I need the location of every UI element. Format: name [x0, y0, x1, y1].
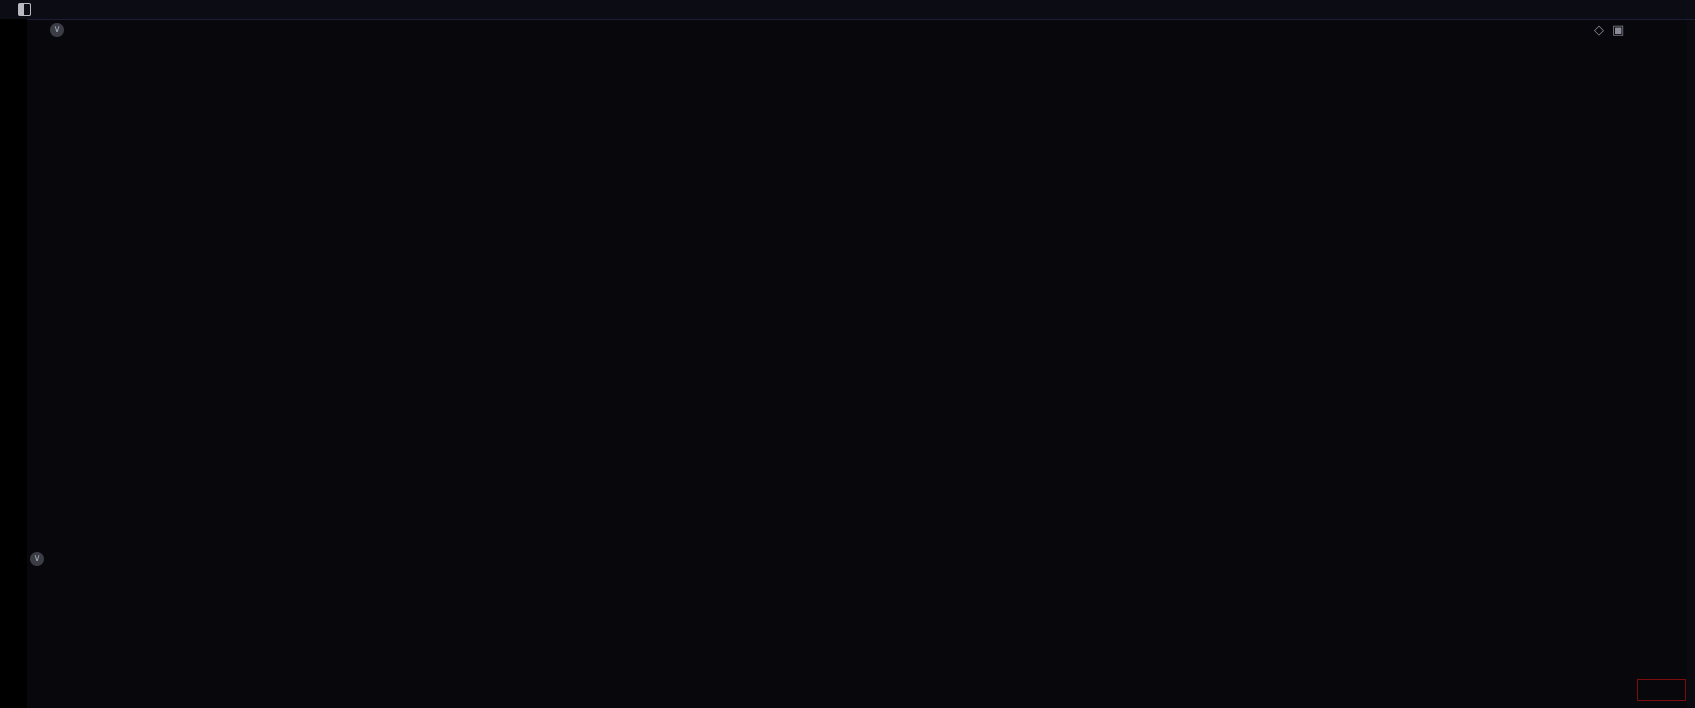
- chevron-down-icon[interactable]: ∨: [50, 23, 64, 37]
- diamond-icon[interactable]: ◇: [1594, 22, 1604, 38]
- left-sidebar: [0, 19, 27, 708]
- chart-titlebar: ∨: [30, 20, 74, 40]
- volume-header: ∨: [30, 550, 54, 568]
- top-toolbar: [0, 0, 1695, 20]
- volume-multiplier-badge: [1637, 679, 1686, 701]
- window-icon[interactable]: [18, 3, 31, 16]
- layout-icon[interactable]: ▣: [1612, 22, 1624, 38]
- chart-canvas[interactable]: [0, 0, 1695, 708]
- watermark: [1478, 592, 1484, 596]
- chevron-down-icon[interactable]: ∨: [30, 552, 44, 566]
- quote-panel-edge[interactable]: [1687, 19, 1695, 708]
- titlebar-icons: ◇ ▣: [1594, 22, 1624, 38]
